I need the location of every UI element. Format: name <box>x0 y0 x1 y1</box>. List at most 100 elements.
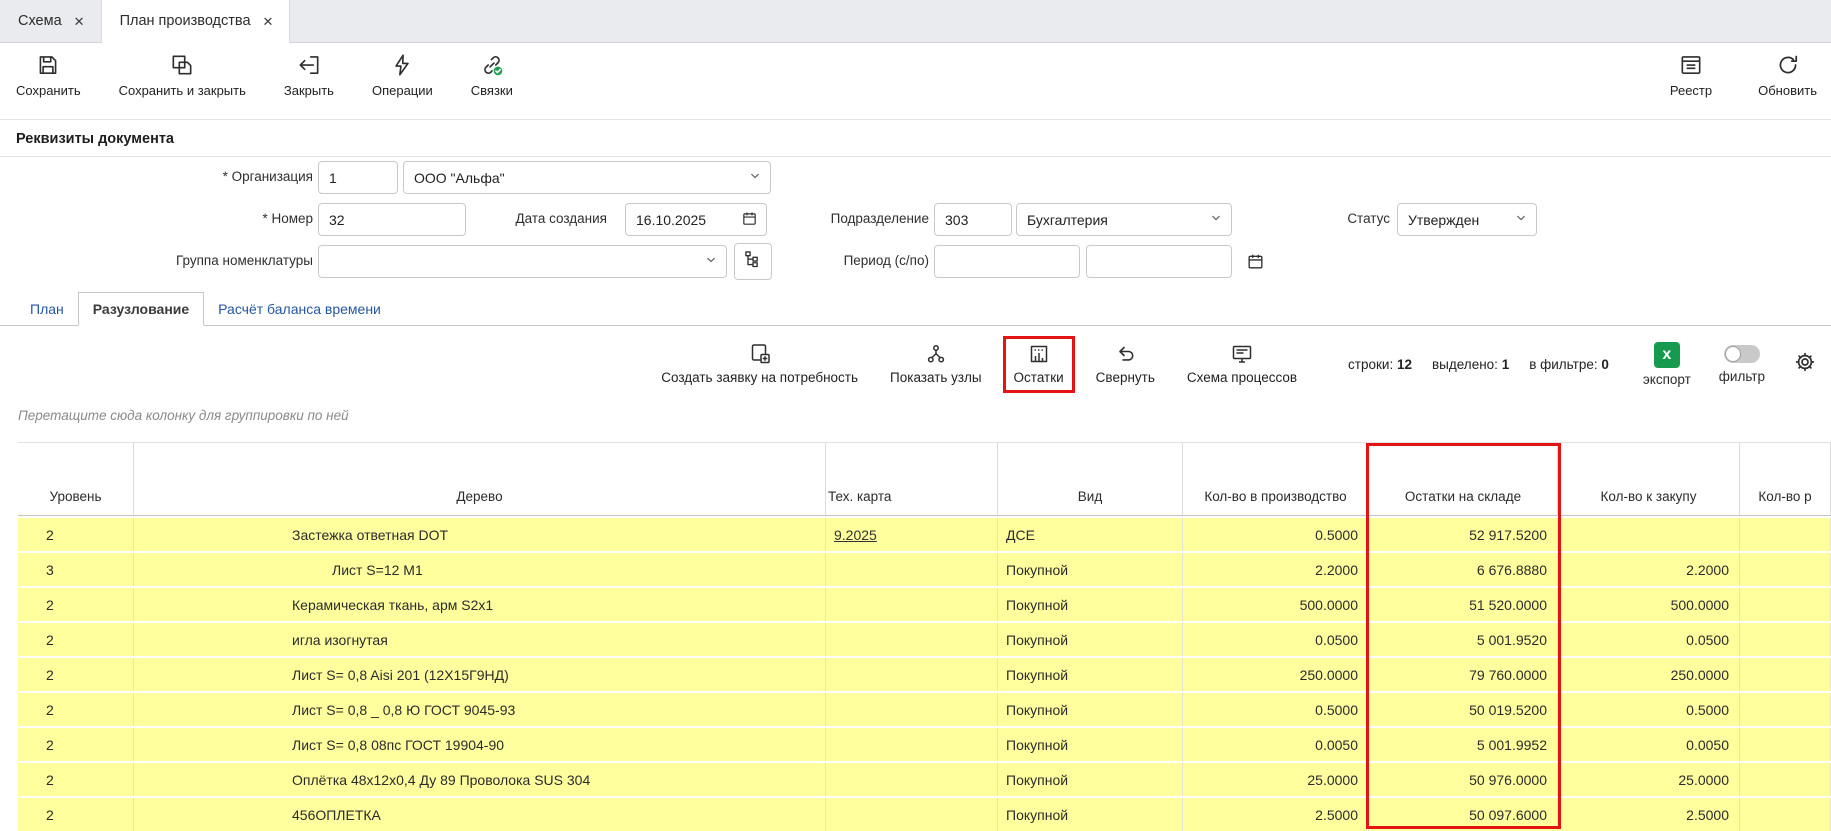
show-nodes-button[interactable]: Показать узлы <box>879 336 993 393</box>
close-icon[interactable]: ✕ <box>74 15 85 28</box>
chevron-down-icon <box>704 253 718 270</box>
filter-toggle[interactable]: фильтр <box>1719 345 1765 384</box>
status-value: Утвержден <box>1408 212 1479 228</box>
cell-qty_production: 2.2000 <box>1183 553 1369 586</box>
window-tab-production-plan[interactable]: План производства ✕ <box>102 0 291 43</box>
collapse-label: Свернуть <box>1096 370 1155 385</box>
number-input[interactable] <box>318 203 466 236</box>
cell-qty_purchase: 0.0500 <box>1558 623 1740 656</box>
table-header: УровеньДеревоТех. картаВидКол-во в произ… <box>18 442 1831 516</box>
group-by-hint[interactable]: Перетащите сюда колонку для группировки … <box>18 408 1831 426</box>
creation-date-label: Дата создания <box>470 211 607 226</box>
create-demand-request-button[interactable]: Создать заявку на потребность <box>650 336 869 393</box>
cell-qty_reserve <box>1740 553 1831 586</box>
main-toolbar: Сохранить Сохранить и закрыть Закрыть Оп… <box>0 43 1831 119</box>
cell-level: 2 <box>18 693 134 726</box>
department-name: Бухгалтерия <box>1027 212 1108 228</box>
table-row[interactable]: 2Застежка ответная DOT9.2025ДСЕ0.500052 … <box>18 518 1831 551</box>
save-close-icon <box>169 52 195 78</box>
chain-link-check-icon <box>479 52 505 78</box>
cell-level: 3 <box>18 553 134 586</box>
close-button[interactable]: Закрыть <box>284 52 334 98</box>
cell-tree: Застежка ответная DOT <box>134 518 826 551</box>
nomenclature-group-select[interactable] <box>318 245 727 278</box>
export-button[interactable]: x экспорт <box>1643 342 1691 387</box>
column-header-kind[interactable]: Вид <box>998 443 1183 515</box>
registry-button[interactable]: Реестр <box>1670 52 1712 98</box>
gear-icon <box>1793 350 1817 379</box>
table-row[interactable]: 2456ОПЛЕТКАПокупной2.500050 097.60002.50… <box>18 798 1831 831</box>
table-row[interactable]: 2Лист S= 0,8 Aisi 201 (12Х15Г9НД)Покупно… <box>18 658 1831 691</box>
cell-tree: Лист S= 0,8 Aisi 201 (12Х15Г9НД) <box>134 658 826 691</box>
cell-stock: 50 097.6000 <box>1369 798 1558 831</box>
main-toolbar-left: Сохранить Сохранить и закрыть Закрыть Оп… <box>16 52 513 98</box>
column-header-level[interactable]: Уровень <box>18 443 134 515</box>
cell-qty_purchase: 2.2000 <box>1558 553 1740 586</box>
refresh-icon <box>1775 52 1801 78</box>
window-tab-label: План производства <box>120 13 251 29</box>
cell-qty_purchase <box>1558 518 1740 551</box>
operations-button[interactable]: Операции <box>372 52 433 98</box>
tab-plan[interactable]: План <box>16 292 78 325</box>
cell-qty_production: 250.0000 <box>1183 658 1369 691</box>
collapse-button[interactable]: Свернуть <box>1085 336 1166 393</box>
table-row[interactable]: 2Лист S= 0,8 _ 0,8 Ю ГОСТ 9045-93Покупно… <box>18 693 1831 726</box>
cell-level: 2 <box>18 518 134 551</box>
column-header-qty_purchase[interactable]: Кол-во к закупу <box>1558 443 1740 515</box>
status-label: Статус <box>1270 211 1390 226</box>
save-and-close-button[interactable]: Сохранить и закрыть <box>119 52 246 98</box>
exit-door-icon <box>296 52 322 78</box>
status-select[interactable]: Утвержден <box>1397 203 1537 236</box>
tab-razuzlovanie[interactable]: Разузлование <box>78 292 204 326</box>
ostatki-button[interactable]: Остатки <box>1003 336 1075 393</box>
cell-kind: Покупной <box>998 658 1183 691</box>
toggle-switch-icon[interactable] <box>1724 345 1760 363</box>
period-from-input[interactable] <box>934 245 1080 278</box>
cell-qty_production: 25.0000 <box>1183 763 1369 796</box>
nomenclature-tree-button[interactable] <box>734 243 772 280</box>
column-header-qty_production[interactable]: Кол-во в производство <box>1183 443 1369 515</box>
cell-kind: Покупной <box>998 553 1183 586</box>
process-schema-button[interactable]: Схема процессов <box>1176 336 1308 393</box>
save-button[interactable]: Сохранить <box>16 52 81 98</box>
export-label: экспорт <box>1643 372 1691 387</box>
table-body: 2Застежка ответная DOT9.2025ДСЕ0.500052 … <box>18 518 1831 831</box>
table-row[interactable]: 2игла изогнутаяПокупной0.05005 001.95200… <box>18 623 1831 656</box>
chevron-down-icon <box>1209 211 1223 228</box>
department-code-input[interactable] <box>934 203 1012 236</box>
column-header-tech_card[interactable]: Тех. карта <box>826 443 998 515</box>
cell-qty_reserve <box>1740 518 1831 551</box>
table-row[interactable]: 2Оплётка 48x12x0,4 Ду 89 Проволока SUS 3… <box>18 763 1831 796</box>
cell-tree: Лист S= 0,8 08пс ГОСТ 19904-90 <box>134 728 826 761</box>
table-row[interactable]: 3Лист S=12 М1Покупной2.20006 676.88802.2… <box>18 553 1831 586</box>
refresh-button[interactable]: Обновить <box>1758 52 1817 98</box>
number-label: * Номер <box>0 211 313 226</box>
period-calendar-icon[interactable] <box>1246 252 1265 271</box>
window-tab-schema[interactable]: Схема ✕ <box>0 0 102 42</box>
calendar-icon[interactable] <box>741 210 758 230</box>
cell-level: 2 <box>18 728 134 761</box>
settings-button[interactable] <box>1793 350 1817 379</box>
tab-time-balance[interactable]: Расчёт баланса времени <box>204 292 395 325</box>
column-header-stock[interactable]: Остатки на складе <box>1369 443 1558 515</box>
organization-select[interactable]: ООО "Альфа" <box>403 161 771 194</box>
table-row[interactable]: 2Керамическая ткань, арм S2x1Покупной500… <box>18 588 1831 621</box>
organization-code-input[interactable] <box>318 161 398 194</box>
period-to-input[interactable] <box>1086 245 1232 278</box>
close-icon[interactable]: ✕ <box>263 15 274 28</box>
cell-qty_production: 0.0500 <box>1183 623 1369 656</box>
links-button[interactable]: Связки <box>471 52 513 98</box>
creation-date-input[interactable]: 16.10.2025 <box>625 203 767 236</box>
department-label: Подразделение <box>790 211 929 226</box>
cell-level: 2 <box>18 623 134 656</box>
department-select[interactable]: Бухгалтерия <box>1016 203 1232 236</box>
cell-kind: Покупной <box>998 623 1183 656</box>
cell-tech_card <box>826 658 998 691</box>
column-header-tree[interactable]: Дерево <box>134 443 826 515</box>
tech-card-link[interactable]: 9.2025 <box>834 527 877 543</box>
cell-stock: 52 917.5200 <box>1369 518 1558 551</box>
app-window: Схема ✕ План производства ✕ Сохранить Со… <box>0 0 1831 831</box>
column-header-qty_reserve[interactable]: Кол-во р <box>1740 443 1831 515</box>
table-row[interactable]: 2Лист S= 0,8 08пс ГОСТ 19904-90Покупной0… <box>18 728 1831 761</box>
cell-tech_card <box>826 588 998 621</box>
